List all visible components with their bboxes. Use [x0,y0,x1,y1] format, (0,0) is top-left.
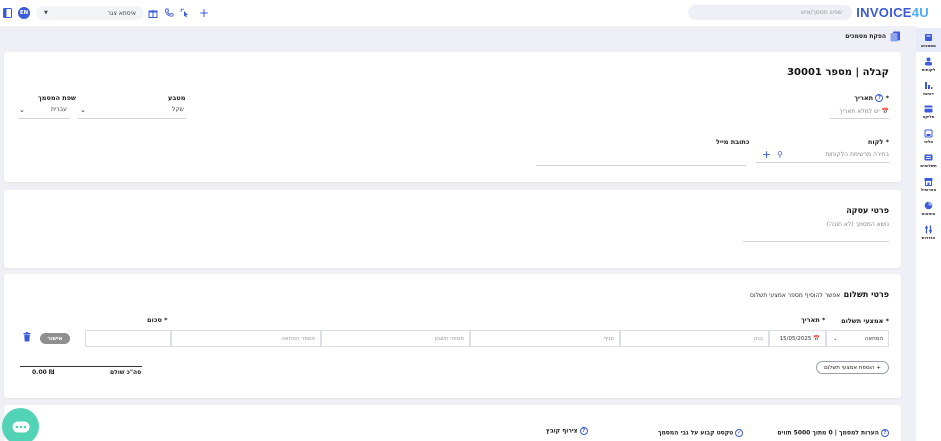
multi-payment-hint: אפשר להוסיף מספר אמצעי תשלום [750,292,841,299]
calendar-icon[interactable]: 📅 [882,108,889,115]
sidebar-item-settings[interactable]: הגדרות [916,220,941,244]
panel-toggle-icon[interactable] [0,6,14,20]
documents-icon [925,33,932,41]
sidebar-item-clearing[interactable]: סליקה [916,100,941,124]
sidebar-item-customers[interactable]: לקוחות [916,52,941,76]
help-icon[interactable]: ? [881,429,889,437]
add-customer-icon[interactable]: + [762,148,771,161]
chevron-down-icon: ⌄ [833,335,838,342]
sidebar-item-documents[interactable]: מסמכים [916,28,941,52]
phone-icon[interactable] [162,6,176,20]
business-selector[interactable]: ▼ איסתא צגר [36,6,144,20]
amount-input[interactable] [85,330,171,347]
sidebar-item-expenses[interactable]: הוצאות [916,196,941,220]
currency-label: מטבע [168,94,186,102]
reports-icon [925,81,933,89]
help-icon[interactable]: ? [579,427,588,435]
customer-search-input[interactable]: בחירה מרשימת הלקוחות [825,151,889,158]
currency-select[interactable]: שקל [172,106,184,113]
trash-icon[interactable] [23,332,31,344]
add-payment-method-button[interactable]: הוספת אמצעי תשלום + [816,361,889,374]
credit-card-icon [924,105,933,113]
doc-language-label: שפת המסמך [38,94,76,102]
language-chevron-icon[interactable]: ⌄ [19,106,25,114]
payment-date-input[interactable]: 15/05/2025 📅 [769,330,826,347]
payment-date-label: תאריך * [801,316,826,324]
fixed-text-toggle[interactable]: טקסט קבוע על גבי המסמך ✓ [658,429,744,437]
sidebar: מסמכים לקוחות דוחות סליקה מלאי תשלומים ה… [916,26,941,441]
date-label: תאריך ? * [854,94,889,102]
top-bar: INVOICE4U שפש מסמך/איש EN ▼ איסתא צגר + [0,0,941,26]
document-options-card [4,405,901,441]
check-number-input[interactable]: מספר המחאה [171,330,321,347]
sidebar-item-payments[interactable]: תשלומים [916,148,941,172]
settings-icon [925,225,932,233]
payments-section-title: פרטי תשלום [843,290,889,299]
calendar-icon[interactable]: 📅 [813,336,820,342]
global-search-input[interactable]: שפש מסמך/איש [688,5,852,20]
payments-icon [924,154,933,160]
chat-icon [12,421,29,432]
total-paid-label: סה"כ שולם [110,369,142,376]
bank-input[interactable]: בנק [620,330,769,347]
chevron-down-icon: ▼ [44,10,48,16]
attach-file-button[interactable]: צירוף קובץ ? [546,427,588,435]
plus-icon[interactable]: + [197,6,211,20]
expenses-icon [924,201,933,209]
payment-method-select[interactable]: ⌄ המחאה [826,330,889,347]
customers-icon [925,57,932,65]
gift-icon[interactable] [146,6,160,20]
chat-support-button[interactable] [2,408,39,441]
subject-input[interactable]: נושא המסמך (לא חובה) [827,221,889,228]
email-label: כתובת מייל [716,138,750,146]
payment-method-label: אמצעי תשלום * [841,317,889,325]
date-field[interactable]: יש למלא תאריך 📅 [839,108,889,115]
deal-section-title: פרטי עסקה [846,206,889,215]
language-toggle[interactable]: EN [18,7,30,19]
customer-label: לקוח * [867,138,889,146]
check-circle-icon: ✓ [735,429,744,437]
sidebar-item-inventory[interactable]: מלאי [916,124,941,148]
email-input[interactable] [536,165,746,166]
cursor-click-icon[interactable] [178,6,192,20]
help-icon[interactable]: ? [875,94,884,102]
currency-chevron-icon[interactable]: ⌄ [80,106,86,114]
account-number-input[interactable]: מספר חשבון [321,330,470,347]
total-paid-value: 0.00 ₪ [32,369,55,376]
inventory-icon [924,129,933,137]
branch-input[interactable]: סניף [470,330,620,347]
document-stack-icon [890,31,900,42]
notes-label: הערות למסמך | 0 מתוך 5000 תווים ? [777,429,889,437]
page-title: קבלה | מספר 30001 [787,67,889,78]
search-icon[interactable]: ⚲ [777,150,783,159]
storefront-icon [924,177,933,186]
deal-details-card [4,190,901,268]
doc-language-select[interactable]: עברית [51,106,67,113]
breadcrumb: הפקת מסמכים [845,31,901,42]
sidebar-item-profile[interactable]: הפרופיל [916,172,941,196]
confirm-button[interactable]: אישור [40,333,70,344]
app-logo[interactable]: INVOICE4U [856,5,929,20]
sidebar-item-reports[interactable]: דוחות [916,76,941,100]
payment-amount-label: סכום * [147,316,168,324]
